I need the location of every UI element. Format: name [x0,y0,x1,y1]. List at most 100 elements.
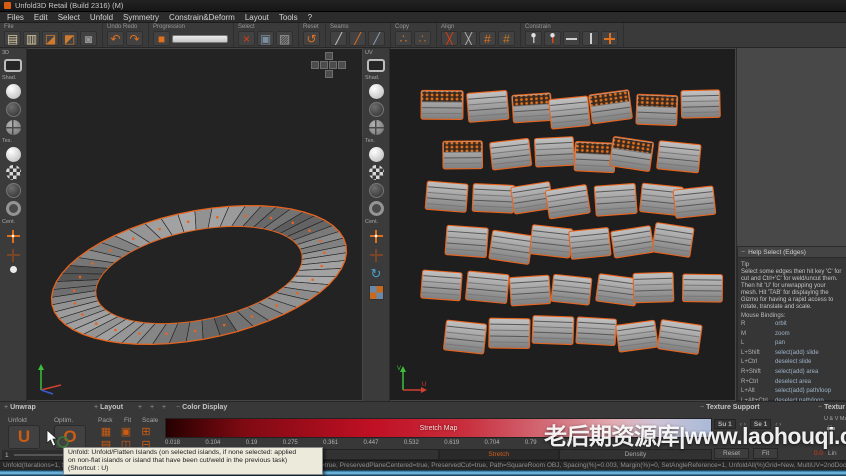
distribute-rail-icon[interactable]: # [498,31,515,46]
redo-icon[interactable]: ↷ [126,31,143,46]
binding-key: L [741,340,745,347]
weld-pen-icon[interactable]: ╱ [349,31,366,46]
help-panel-header[interactable]: − Help Select (Edges) [738,247,846,258]
pin-icon[interactable] [525,31,542,46]
wire-sphere-icon[interactable] [368,102,384,117]
menu-symmetry[interactable]: Symmetry [119,13,163,22]
app-window: Unfold3D Retail (Build 2316) (M) Files Ed… [0,0,846,476]
tab-texture-support[interactable]: − Texture Support [700,404,760,411]
checker-sphere-icon[interactable] [5,165,21,180]
menu-select[interactable]: Select [54,13,84,22]
pack-icon[interactable]: ▦ [96,425,116,438]
maximize-view-icon[interactable] [367,59,385,72]
menu-[interactable]: ? [304,13,316,22]
scale-icon[interactable]: ⊞ [136,425,156,438]
view-preset-button[interactable] [329,61,337,69]
brush-select-icon[interactable]: ▨ [276,31,293,46]
marquee-select-icon[interactable]: ▣ [257,31,274,46]
center-pivot-icon[interactable] [5,228,21,244]
shaded-sphere-icon[interactable] [368,84,384,99]
material-sphere-icon[interactable] [368,183,384,198]
shaded-sphere-icon[interactable] [5,84,21,99]
edgeloop-pen-icon[interactable]: ╱ [368,31,385,46]
tab-color-display[interactable]: − Color Display [176,404,227,411]
clear-selection-icon[interactable]: × [238,31,255,46]
unfold-button[interactable]: U [8,425,40,449]
center-selection-icon[interactable] [368,247,384,263]
sync-views-icon[interactable]: ↻ [368,266,384,282]
menu-files[interactable]: Files [3,13,28,22]
texture-sphere-icon[interactable] [5,147,21,162]
binding-action: select(add) area [775,368,819,375]
cut-cross-icon[interactable]: ╳ [441,31,458,46]
toolbar-section-undo-redo: Undo Redo ↶ ↷ [103,23,149,47]
viewport-3d[interactable] [27,48,363,401]
maximize-view-icon[interactable] [4,59,22,72]
paste-uv-icon[interactable]: ∴ [414,31,431,46]
toolbar-section-label: Select [238,24,255,30]
vertical-constrain-icon[interactable] [582,31,599,46]
mode-stretch-button[interactable]: Stretch [438,449,559,460]
material-sphere-icon[interactable] [5,183,21,198]
tooltip-line-2: on non-flat islands or island that have … [68,457,288,464]
center-selection-icon[interactable] [5,247,21,263]
view-preset-button[interactable] [311,61,319,69]
snapshot-icon[interactable]: ◙ [80,31,97,46]
collapsed-panel-button[interactable]: + [162,404,166,411]
center-pivot-icon[interactable] [368,228,384,244]
menu-edit[interactable]: Edit [30,13,52,22]
collapsed-panel-button[interactable]: + [150,404,154,411]
export-mesh-icon[interactable]: ◩ [61,31,78,46]
progress-bar[interactable] [172,34,228,43]
unpin-icon[interactable] [544,31,561,46]
menu-constrain-deform[interactable]: Constrain&Deform [165,13,239,22]
menu-layout[interactable]: Layout [241,13,273,22]
cut-pen-icon[interactable]: ╱ [330,31,347,46]
fit-icon[interactable]: ▣ [116,425,136,438]
undo-icon[interactable]: ↶ [107,31,124,46]
menu-unfold[interactable]: Unfold [86,13,117,22]
horizontal-constrain-icon[interactable] [563,31,580,46]
mouse-binding-row: Lpan [741,339,843,349]
view-preset-button[interactable] [324,70,333,78]
toolbar-section-label: File [4,24,14,30]
ring-sphere-icon[interactable] [368,201,384,216]
reset-icon[interactable]: ↺ [303,31,320,46]
tab-unwrap[interactable]: + Unwrap [4,404,36,411]
checker-map-icon[interactable] [368,285,384,300]
align-rail-icon[interactable]: # [479,31,496,46]
viewport-uv[interactable]: V U [390,48,736,401]
collapse-icon[interactable]: − [741,249,745,256]
dot-icon[interactable] [9,266,17,273]
menubar: Files Edit Select Unfold Symmetry Constrain&D… [0,12,846,23]
tab-texture-2[interactable]: − Textur [818,404,845,411]
toolbar-section-copy: Copy ∴ ∴ [391,23,437,47]
open-file-icon[interactable]: ▥ [23,31,40,46]
texture-sphere-icon[interactable] [368,147,384,162]
ramp-title: Stretch Map [419,424,458,432]
mouse-binding-row: L+Ctrl deselect slide [741,358,843,368]
import-mesh-icon[interactable]: ◪ [42,31,59,46]
checker-sphere-icon[interactable] [368,165,384,180]
grid-sphere-icon[interactable] [5,120,21,135]
mouse-binding-row: L+Alt select(add) path/loop [741,387,843,397]
ring-sphere-icon[interactable] [5,201,21,216]
copy-uv-icon[interactable]: ∴ [395,31,412,46]
grid-sphere-icon[interactable] [368,120,384,135]
collapsed-panel-button[interactable]: + [138,404,142,411]
cross-constrain-icon[interactable] [601,31,618,46]
wire-sphere-icon[interactable] [5,102,21,117]
view-preset-button[interactable] [320,61,328,69]
view-preset-button[interactable] [324,52,333,60]
new-file-icon[interactable]: ▤ [4,31,21,46]
mouse-binding-row: R+Ctrl deselect area [741,378,843,388]
weld-cross-icon[interactable]: ╳ [460,31,477,46]
stop-icon[interactable]: ■ [153,31,170,46]
toolbar-section-label: Seams [330,24,349,30]
window-title: Unfold3D Retail (Build 2316) (M) [15,1,124,10]
tab-layout[interactable]: + Layout [94,404,123,411]
binding-key: R+Shift [741,368,761,375]
view-preset-button[interactable] [338,61,346,69]
toolbar-section-constrain: Constrain [521,23,624,47]
menu-tools[interactable]: Tools [275,13,302,22]
